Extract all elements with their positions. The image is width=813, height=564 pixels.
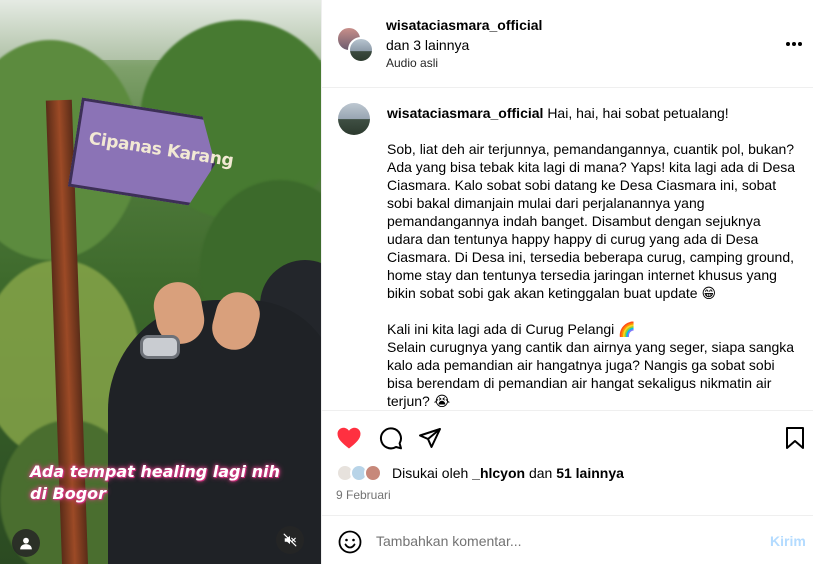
caption-section: wisataciasmara_official Hai, hai, hai so…	[322, 89, 813, 411]
avatar[interactable]	[338, 103, 370, 135]
comment-input[interactable]	[376, 530, 736, 552]
caption-paragraph: Kali ini kita lagi ada di Curug Pelangi …	[387, 321, 636, 337]
likes-prefix: Disukai oleh	[392, 465, 469, 481]
smartwatch	[140, 335, 180, 359]
collaborators-link[interactable]: dan 3 lainnya	[386, 37, 469, 53]
bookmark-icon	[786, 427, 804, 449]
paper-plane-icon	[419, 428, 441, 448]
post-date[interactable]: 9 Februari	[336, 488, 391, 502]
heart-filled-icon	[337, 427, 361, 449]
caption-intro: Hai, hai, hai sobat petualang!	[547, 105, 729, 121]
action-bar	[322, 410, 813, 462]
speaker-muted-icon	[283, 533, 297, 547]
likes-and: dan	[528, 465, 553, 481]
video-caption-line: di Bogor	[30, 484, 107, 503]
video-caption-line: Ada tempat healing lagi nih	[30, 462, 280, 481]
send-button[interactable]: Kirim	[770, 533, 806, 549]
smiley-icon	[338, 530, 362, 554]
caption-text: wisataciasmara_official Hai, hai, hai so…	[387, 104, 799, 410]
save-button[interactable]	[782, 425, 808, 451]
comment-composer: Kirim	[322, 515, 813, 564]
audio-link[interactable]: Audio asli	[386, 56, 438, 70]
comment-bubble-icon	[379, 427, 402, 450]
avatar	[364, 464, 382, 482]
more-horizontal-icon	[786, 42, 802, 46]
post-header: wisataciasmara_official dan 3 lainnya Au…	[322, 0, 813, 88]
avatar	[348, 37, 374, 63]
emoji-button[interactable]	[338, 530, 362, 554]
author-username[interactable]: wisataciasmara_official	[386, 17, 542, 33]
more-options-button[interactable]	[784, 34, 804, 54]
caption-paragraph: Sob, liat deh air terjunnya, pemandangan…	[387, 141, 796, 301]
tagged-users-button[interactable]	[12, 529, 40, 557]
comment-button[interactable]	[378, 425, 404, 451]
like-button[interactable]	[336, 425, 362, 451]
share-button[interactable]	[417, 425, 443, 451]
person-icon	[20, 537, 32, 550]
likes-text: Disukai oleh _hlcyon dan 51 lainnya	[392, 465, 624, 481]
caption-username[interactable]: wisataciasmara_official	[387, 105, 543, 121]
mute-button[interactable]	[276, 526, 304, 554]
liker-username[interactable]: _hlcyon	[472, 465, 525, 481]
collab-avatars[interactable]	[336, 26, 376, 63]
post-video[interactable]: Cipanas Karang Ada tempat healing lagi n…	[0, 0, 321, 564]
post-details-panel: wisataciasmara_official dan 3 lainnya Au…	[321, 0, 813, 564]
likes-summary[interactable]: Disukai oleh _hlcyon dan 51 lainnya	[336, 462, 624, 484]
caption-paragraph: Selain curugnya yang cantik dan airnya y…	[387, 339, 795, 409]
likes-count[interactable]: 51 lainnya	[556, 465, 624, 481]
liker-avatars	[336, 462, 388, 484]
